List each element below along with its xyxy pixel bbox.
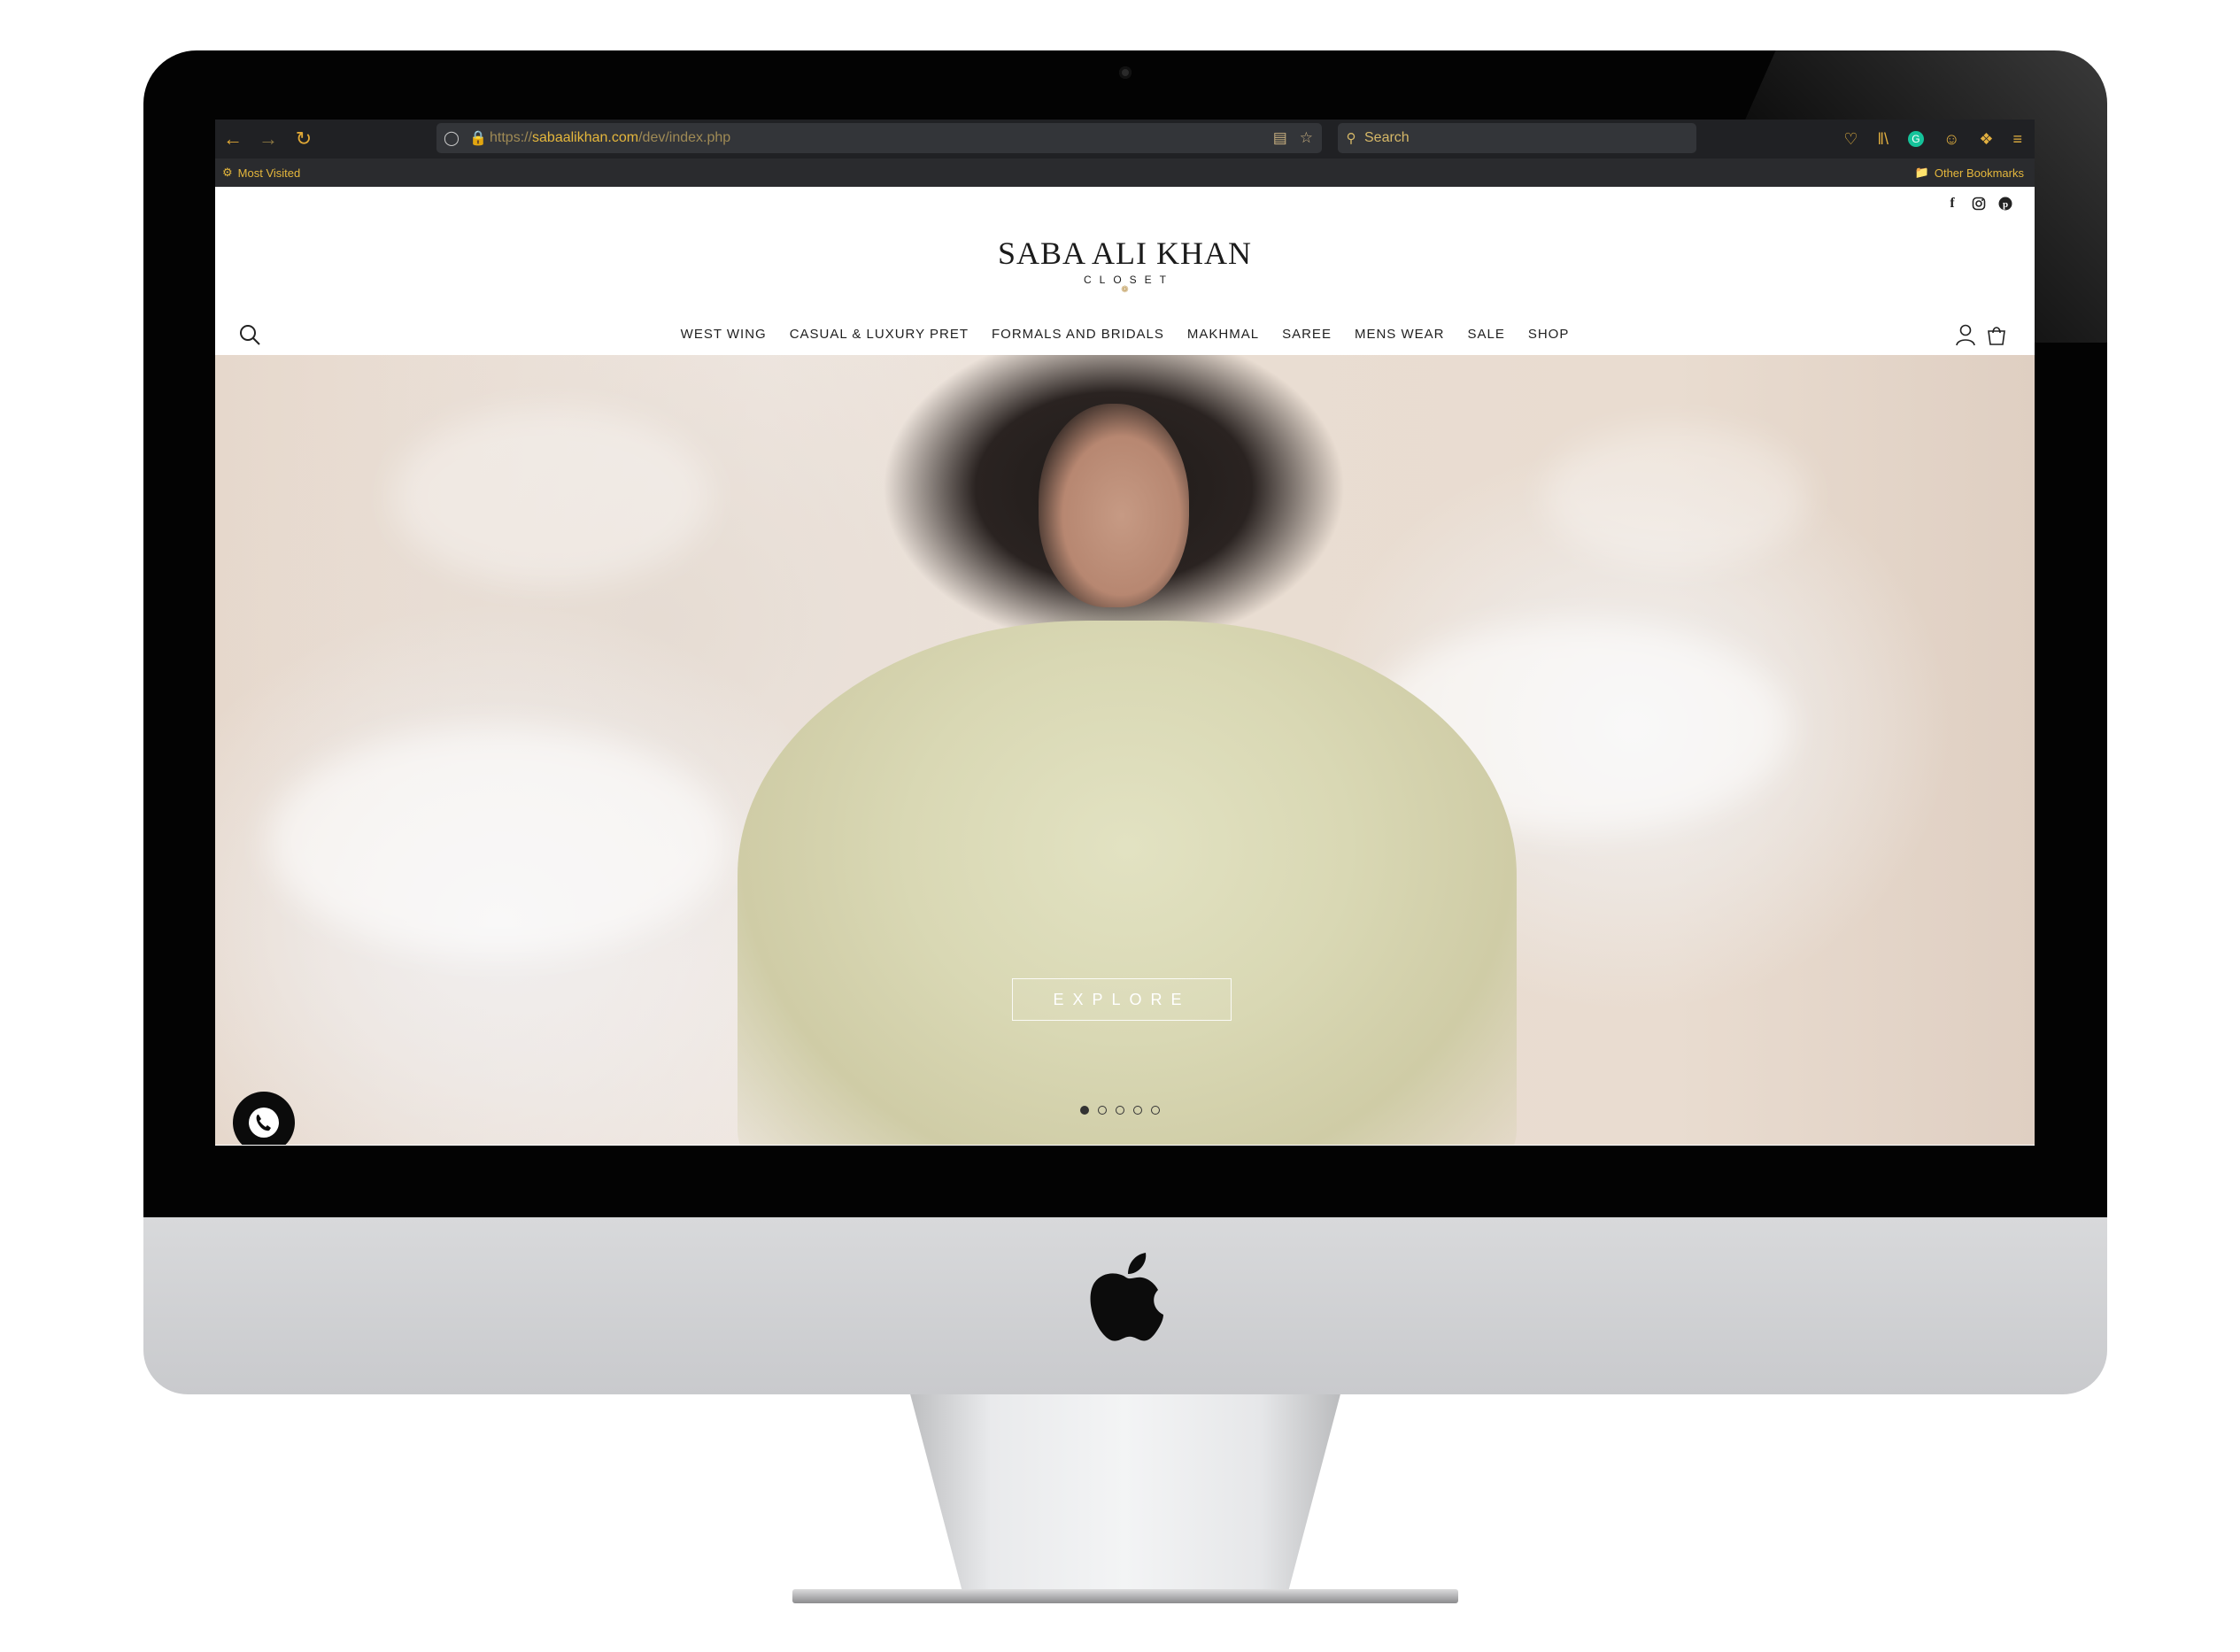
nav-item-formals-and-bridals[interactable]: FORMALS AND BRIDALS	[992, 327, 1164, 342]
nav-item-saree[interactable]: SAREE	[1282, 327, 1332, 342]
hero-banner: EXPLORE	[215, 355, 2035, 1145]
logo-main-text: SABA ALI KHAN	[997, 235, 1253, 271]
model-portrait-image	[1039, 404, 1189, 607]
user-account-icon[interactable]	[1955, 323, 1976, 346]
menu-hamburger-icon[interactable]: ≡	[2012, 130, 2022, 149]
most-visited-bookmark[interactable]: ⚙ Most Visited	[222, 166, 300, 180]
account-cart-icons	[1955, 323, 2008, 346]
phone-icon	[249, 1108, 279, 1138]
nav-item-west-wing[interactable]: WEST WING	[681, 327, 767, 342]
search-bar[interactable]: ⚲ Search	[1338, 123, 1696, 153]
social-links: f p	[1944, 196, 2013, 212]
bookmark-star-icon[interactable]: ☆	[1300, 129, 1313, 147]
pinterest-icon[interactable]: p	[1997, 196, 2013, 212]
slider-dot[interactable]	[1151, 1106, 1160, 1115]
call-button[interactable]	[233, 1092, 295, 1145]
slider-dot[interactable]	[1133, 1106, 1142, 1115]
folder-icon: 📁	[1914, 166, 1929, 179]
address-bar[interactable]: ◯ 🔒 https://sabaalikhan.com/dev/index.ph…	[436, 123, 1322, 153]
gear-icon: ⚙	[222, 166, 233, 179]
slider-dot[interactable]	[1098, 1106, 1107, 1115]
grammarly-icon[interactable]: G	[1907, 131, 1924, 147]
fabric-fold	[268, 727, 729, 957]
nav-item-mens-wear[interactable]: MENS WEAR	[1355, 327, 1445, 342]
nav-item-makhmal[interactable]: MAKHMAL	[1187, 327, 1259, 342]
shield-icon[interactable]: ◯	[436, 129, 467, 147]
reader-view-icon[interactable]: ▤	[1273, 129, 1287, 147]
extensions-icon[interactable]: ❖	[1979, 130, 1993, 149]
other-bookmarks-label: Other Bookmarks	[1934, 166, 2024, 180]
slider-dots	[1080, 1106, 1160, 1115]
fabric-fold	[392, 408, 711, 585]
site-logo[interactable]: SABA ALI KHAN CLOSET ❁	[215, 235, 2035, 295]
instagram-icon[interactable]	[1971, 196, 1987, 212]
url-host: sabaalikhan.com	[532, 130, 639, 145]
pocket-icon[interactable]: ♡	[1843, 130, 1858, 149]
search-placeholder: Search	[1364, 130, 1410, 145]
account-icon[interactable]: ☺	[1943, 130, 1959, 149]
webcam	[1119, 66, 1132, 79]
imac-stand	[910, 1394, 1340, 1598]
forward-arrow-icon[interactable]: →	[251, 120, 286, 158]
logo-ornament-icon: ❁	[1121, 285, 1129, 295]
url-prefix: https://	[490, 130, 533, 145]
browser-toolbar: ← → ↻ ◯ 🔒 https://sabaalikhan.com/dev/in…	[215, 120, 2035, 158]
url-path: /dev/index.php	[638, 130, 731, 145]
shopping-bag-icon[interactable]	[1985, 323, 2008, 346]
reload-icon[interactable]: ↻	[286, 120, 321, 158]
website: f p SABA ALI KHAN CLOSET ❁ WEST WING CAS…	[215, 187, 2035, 1146]
library-icon[interactable]: ‖\	[1878, 130, 1889, 149]
facebook-icon[interactable]: f	[1944, 196, 1960, 212]
apple-logo-icon	[1090, 1253, 1163, 1341]
explore-button[interactable]: EXPLORE	[1012, 978, 1232, 1021]
url-text: https://sabaalikhan.com/dev/index.php	[490, 130, 730, 146]
logo-sub-text: CLOSET	[1083, 274, 1174, 286]
bookmarks-bar: ⚙ Most Visited 📁 Other Bookmarks	[215, 158, 2035, 187]
toolbar-icons: ♡ ‖\ G ☺ ❖ ≡	[1843, 120, 2022, 158]
model-dress-image	[738, 621, 1517, 1145]
nav-item-shop[interactable]: SHOP	[1528, 327, 1570, 342]
most-visited-label: Most Visited	[237, 166, 301, 180]
svg-text:p: p	[2003, 199, 2008, 210]
nav-item-casual-luxury-pret[interactable]: CASUAL & LUXURY PRET	[790, 327, 969, 342]
lock-icon[interactable]: 🔒	[467, 129, 490, 147]
screen: ← → ↻ ◯ 🔒 https://sabaalikhan.com/dev/in…	[215, 120, 2035, 1146]
imac-stand-foot	[792, 1589, 1458, 1603]
nav-item-sale[interactable]: SALE	[1467, 327, 1504, 342]
other-bookmarks[interactable]: 📁 Other Bookmarks	[1915, 166, 2024, 180]
fabric-fold	[1543, 426, 1809, 567]
slider-dot[interactable]	[1116, 1106, 1124, 1115]
search-icon: ⚲	[1346, 131, 1356, 146]
nav-menu: WEST WING CASUAL & LUXURY PRET FORMALS A…	[215, 316, 2035, 351]
slider-dot[interactable]	[1080, 1106, 1089, 1115]
main-nav: WEST WING CASUAL & LUXURY PRET FORMALS A…	[215, 316, 2035, 351]
back-arrow-icon[interactable]: ←	[215, 120, 251, 158]
